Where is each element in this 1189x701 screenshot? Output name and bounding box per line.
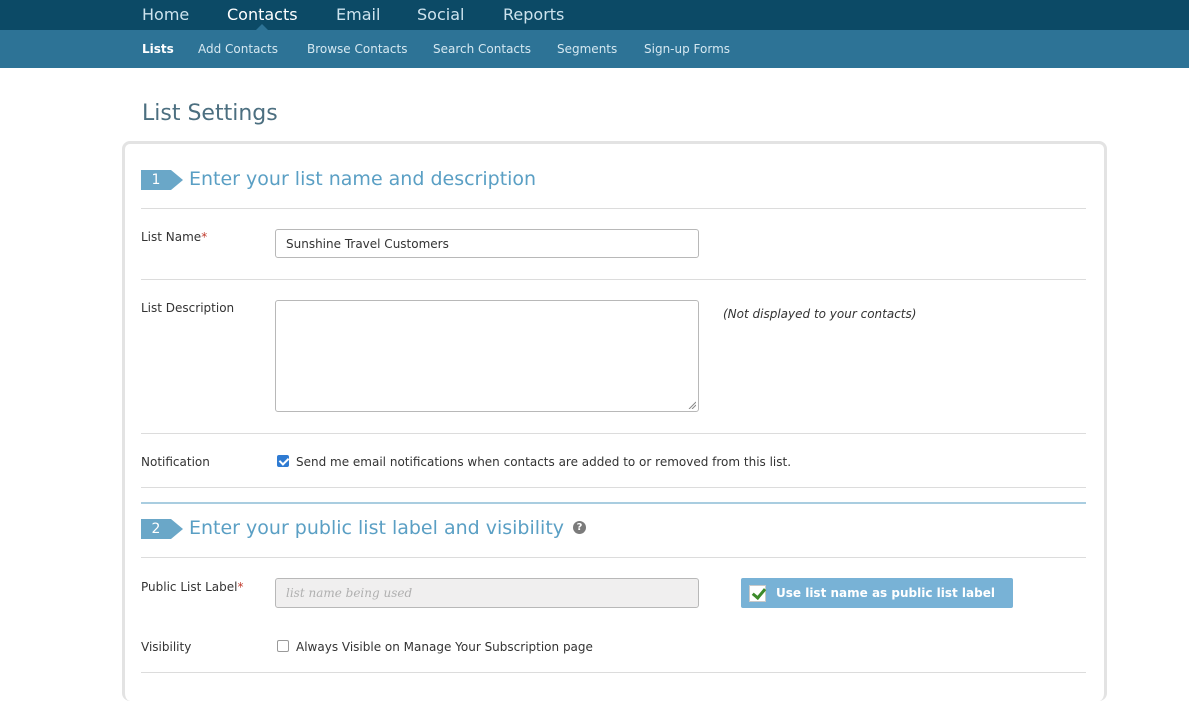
subnav-browse-contacts[interactable]: Browse Contacts	[307, 42, 407, 56]
list-description-label: List Description	[141, 301, 235, 315]
divider	[141, 208, 1086, 209]
nav-reports[interactable]: Reports	[503, 5, 564, 24]
nav-social[interactable]: Social	[417, 5, 464, 24]
divider	[141, 433, 1086, 434]
step-number: 1	[141, 170, 171, 190]
resize-handle-icon[interactable]	[688, 401, 696, 409]
notification-checkbox[interactable]	[277, 455, 289, 467]
subnav-add-contacts[interactable]: Add Contacts	[198, 42, 278, 56]
divider	[141, 557, 1086, 558]
subnav-signup-forms[interactable]: Sign-up Forms	[644, 42, 730, 56]
divider	[141, 487, 1086, 488]
section-1-title: Enter your list name and description	[189, 168, 537, 190]
step-number: 2	[141, 519, 171, 539]
public-list-label-label: Public List Label*	[141, 580, 244, 594]
use-list-name-label: Use list name as public list label	[776, 586, 995, 600]
required-mark: *	[237, 580, 244, 594]
divider	[141, 672, 1086, 673]
nav-home[interactable]: Home	[142, 5, 189, 24]
description-hint: (Not displayed to your contacts)	[723, 307, 917, 321]
visibility-label: Visibility	[141, 640, 192, 654]
use-list-name-checkbox[interactable]	[749, 585, 766, 602]
section-2-title: Enter your public list label and visibil…	[189, 517, 565, 539]
subnav-segments[interactable]: Segments	[557, 42, 617, 56]
step-arrow	[171, 170, 183, 190]
nav-contacts[interactable]: Contacts	[227, 5, 298, 24]
subnav-lists[interactable]: Lists	[142, 42, 174, 56]
list-description-textarea[interactable]	[275, 300, 699, 412]
page-title: List Settings	[142, 101, 278, 126]
required-mark: *	[201, 230, 208, 244]
list-name-label: List Name*	[141, 230, 208, 244]
visibility-text: Always Visible on Manage Your Subscripti…	[296, 640, 593, 654]
section-divider	[141, 502, 1086, 504]
top-nav: Home Contacts Email Social Reports	[0, 0, 1189, 30]
step-2-badge: 2	[141, 519, 183, 539]
sub-nav: Lists Add Contacts Browse Contacts Searc…	[0, 30, 1189, 68]
notification-text: Send me email notifications when contact…	[296, 455, 792, 469]
step-arrow	[171, 519, 183, 539]
help-icon[interactable]: ?	[573, 521, 586, 534]
visibility-checkbox[interactable]	[277, 640, 289, 652]
notification-label: Notification	[141, 455, 210, 469]
divider	[141, 279, 1086, 280]
step-1-badge: 1	[141, 170, 183, 190]
settings-panel	[122, 141, 1107, 701]
use-list-name-button[interactable]: Use list name as public list label	[741, 578, 1013, 608]
public-list-label-input[interactable]: list name being used	[275, 578, 699, 608]
nav-email[interactable]: Email	[336, 5, 380, 24]
list-name-input[interactable]: Sunshine Travel Customers	[275, 229, 699, 258]
subnav-search-contacts[interactable]: Search Contacts	[433, 42, 531, 56]
